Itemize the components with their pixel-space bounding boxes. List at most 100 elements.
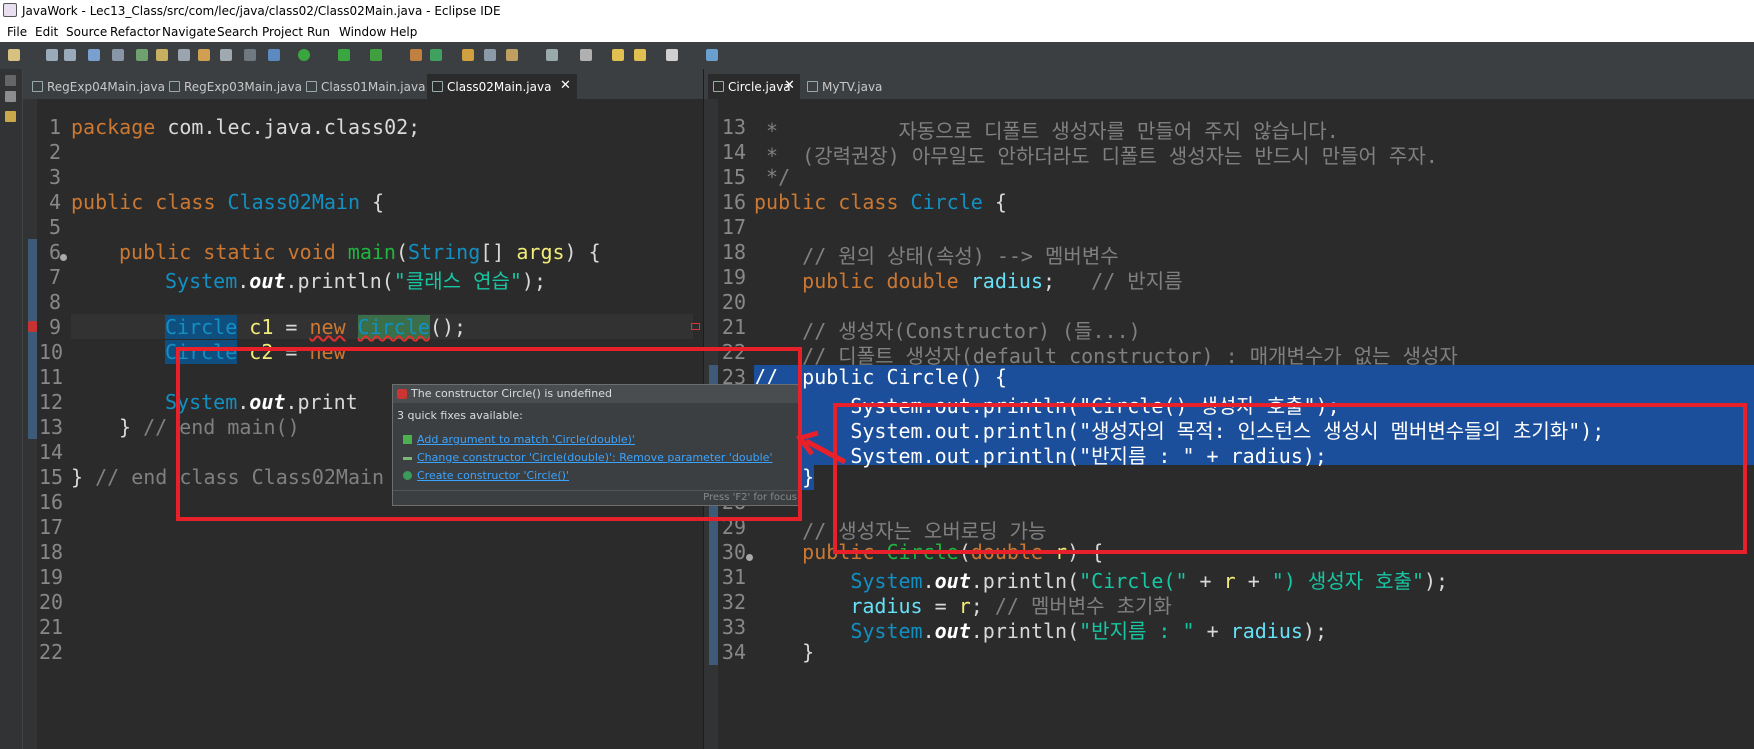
menu-project[interactable]: Project	[262, 25, 303, 39]
forward-icon[interactable]	[666, 49, 678, 61]
menu-run[interactable]: Run	[307, 25, 330, 39]
hierarchy-icon[interactable]	[5, 111, 16, 122]
line-number: 15	[721, 165, 746, 189]
line-number: 5	[48, 215, 61, 239]
show-whitespace-icon[interactable]	[244, 49, 256, 61]
eclipse-app-icon	[3, 3, 17, 17]
menu-refactor[interactable]: Refactor	[110, 25, 160, 39]
line-number: 34	[721, 640, 746, 664]
line-number: 33	[721, 615, 746, 639]
overview-error-icon[interactable]	[691, 323, 700, 330]
window-title-bar: JavaWork - Lec13_Class/src/com/lec/java/…	[0, 0, 1754, 22]
code-line: System.out.println("반지름 : " + radius);	[754, 619, 1327, 643]
error-marker-icon[interactable]	[28, 321, 37, 332]
pin-icon[interactable]	[580, 49, 592, 61]
coverage-icon[interactable]	[338, 49, 350, 61]
tab-regexp04main[interactable]: RegExp04Main.java	[27, 74, 165, 99]
save-icon[interactable]	[46, 49, 58, 61]
close-icon[interactable]: ✕	[784, 78, 795, 93]
terminal-icon[interactable]	[88, 49, 100, 61]
line-number: 20	[39, 590, 64, 614]
minimize-icon[interactable]	[5, 75, 16, 86]
line-number: 17	[39, 515, 64, 539]
menu-search[interactable]: Search	[217, 25, 258, 39]
code-line: public double radius; // 반지름	[754, 269, 1183, 293]
line-number: 30	[721, 540, 746, 564]
search-icon[interactable]	[484, 49, 496, 61]
line-number: 14	[39, 440, 64, 464]
line-number: 4	[48, 190, 61, 214]
line-number: 7	[48, 265, 61, 289]
external-tools-icon[interactable]	[370, 49, 382, 61]
menu-edit[interactable]: Edit	[35, 25, 58, 39]
line-number: 13	[721, 115, 746, 139]
new-java-project-icon[interactable]	[410, 49, 422, 61]
annotation-next-icon[interactable]	[546, 49, 558, 61]
line-number: 9	[48, 315, 61, 339]
line-number: 19	[721, 265, 746, 289]
pen-icon[interactable]	[506, 49, 518, 61]
menu-window[interactable]: Window	[339, 25, 386, 39]
line-number: 16	[39, 490, 64, 514]
new-class-icon[interactable]	[430, 49, 442, 61]
tab-class02main[interactable]: Class02Main.java ✕	[427, 74, 577, 99]
right-editor-tabs: Circle.java ✕ MyTV.java	[704, 69, 1754, 99]
tab-class01main[interactable]: Class01Main.java	[301, 74, 427, 99]
menu-bar: File Edit Source Refactor Navigate Searc…	[0, 22, 1754, 42]
menu-help[interactable]: Help	[390, 25, 417, 39]
brush-icon[interactable]	[156, 49, 168, 61]
annotation-box-left	[176, 347, 802, 521]
package-explorer-icon[interactable]	[5, 91, 16, 102]
code-line: */	[754, 165, 791, 189]
window-title: JavaWork - Lec13_Class/src/com/lec/java/…	[22, 4, 501, 18]
java-file-icon	[432, 81, 443, 92]
line-number: 3	[48, 165, 61, 189]
code-line: public static void main(String[] args) {	[119, 240, 601, 264]
close-icon[interactable]: ✕	[560, 78, 571, 93]
last-edit-icon[interactable]	[612, 49, 624, 61]
open-folder-icon[interactable]	[462, 49, 474, 61]
change-marker	[28, 239, 37, 439]
open-type-icon[interactable]	[178, 49, 190, 61]
line-number: 15	[39, 465, 64, 489]
fold-icon[interactable]	[60, 254, 67, 261]
java-file-icon	[169, 81, 180, 92]
open-resource-icon[interactable]	[198, 49, 210, 61]
skip-breakpoints-icon[interactable]	[112, 49, 124, 61]
new-icon[interactable]	[8, 49, 20, 61]
code-line: public class Class02Main {	[71, 190, 385, 214]
tab-mytv[interactable]: MyTV.java	[802, 74, 882, 99]
menu-source[interactable]: Source	[66, 25, 107, 39]
left-editor-tabs: RegExp04Main.java RegExp03Main.java Clas…	[23, 69, 703, 99]
line-number: 17	[721, 215, 746, 239]
java-file-icon	[32, 81, 43, 92]
line-number: 20	[721, 290, 746, 314]
line-number: 6	[48, 240, 61, 264]
annotation-box-right	[833, 403, 1747, 554]
menu-navigate[interactable]: Navigate	[162, 25, 216, 39]
line-number: 1	[48, 115, 61, 139]
line-number: 13	[39, 415, 64, 439]
debug-icon[interactable]	[268, 49, 280, 61]
java-file-icon	[713, 81, 724, 92]
line-number: 18	[39, 540, 64, 564]
task-icon[interactable]	[220, 49, 232, 61]
left-trim-bar	[0, 69, 23, 749]
java-file-icon	[306, 81, 317, 92]
line-number: 18	[721, 240, 746, 264]
menu-file[interactable]: File	[7, 25, 27, 39]
line-number: 8	[48, 290, 61, 314]
code-line: package com.lec.java.class02;	[71, 115, 421, 139]
code-line: System.out.println("클래스 연습");	[165, 269, 547, 293]
back-icon[interactable]	[634, 49, 646, 61]
tab-circle[interactable]: Circle.java ✕	[708, 74, 800, 99]
tab-regexp03main[interactable]: RegExp03Main.java	[164, 74, 302, 99]
perspective-icon[interactable]	[706, 49, 718, 61]
save-all-icon[interactable]	[64, 49, 76, 61]
line-number: 19	[39, 565, 64, 589]
line-number: 10	[39, 340, 64, 364]
run-icon[interactable]	[298, 49, 310, 61]
build-icon[interactable]	[136, 49, 148, 61]
line-number: 22	[39, 640, 64, 664]
fold-icon[interactable]	[746, 554, 753, 561]
